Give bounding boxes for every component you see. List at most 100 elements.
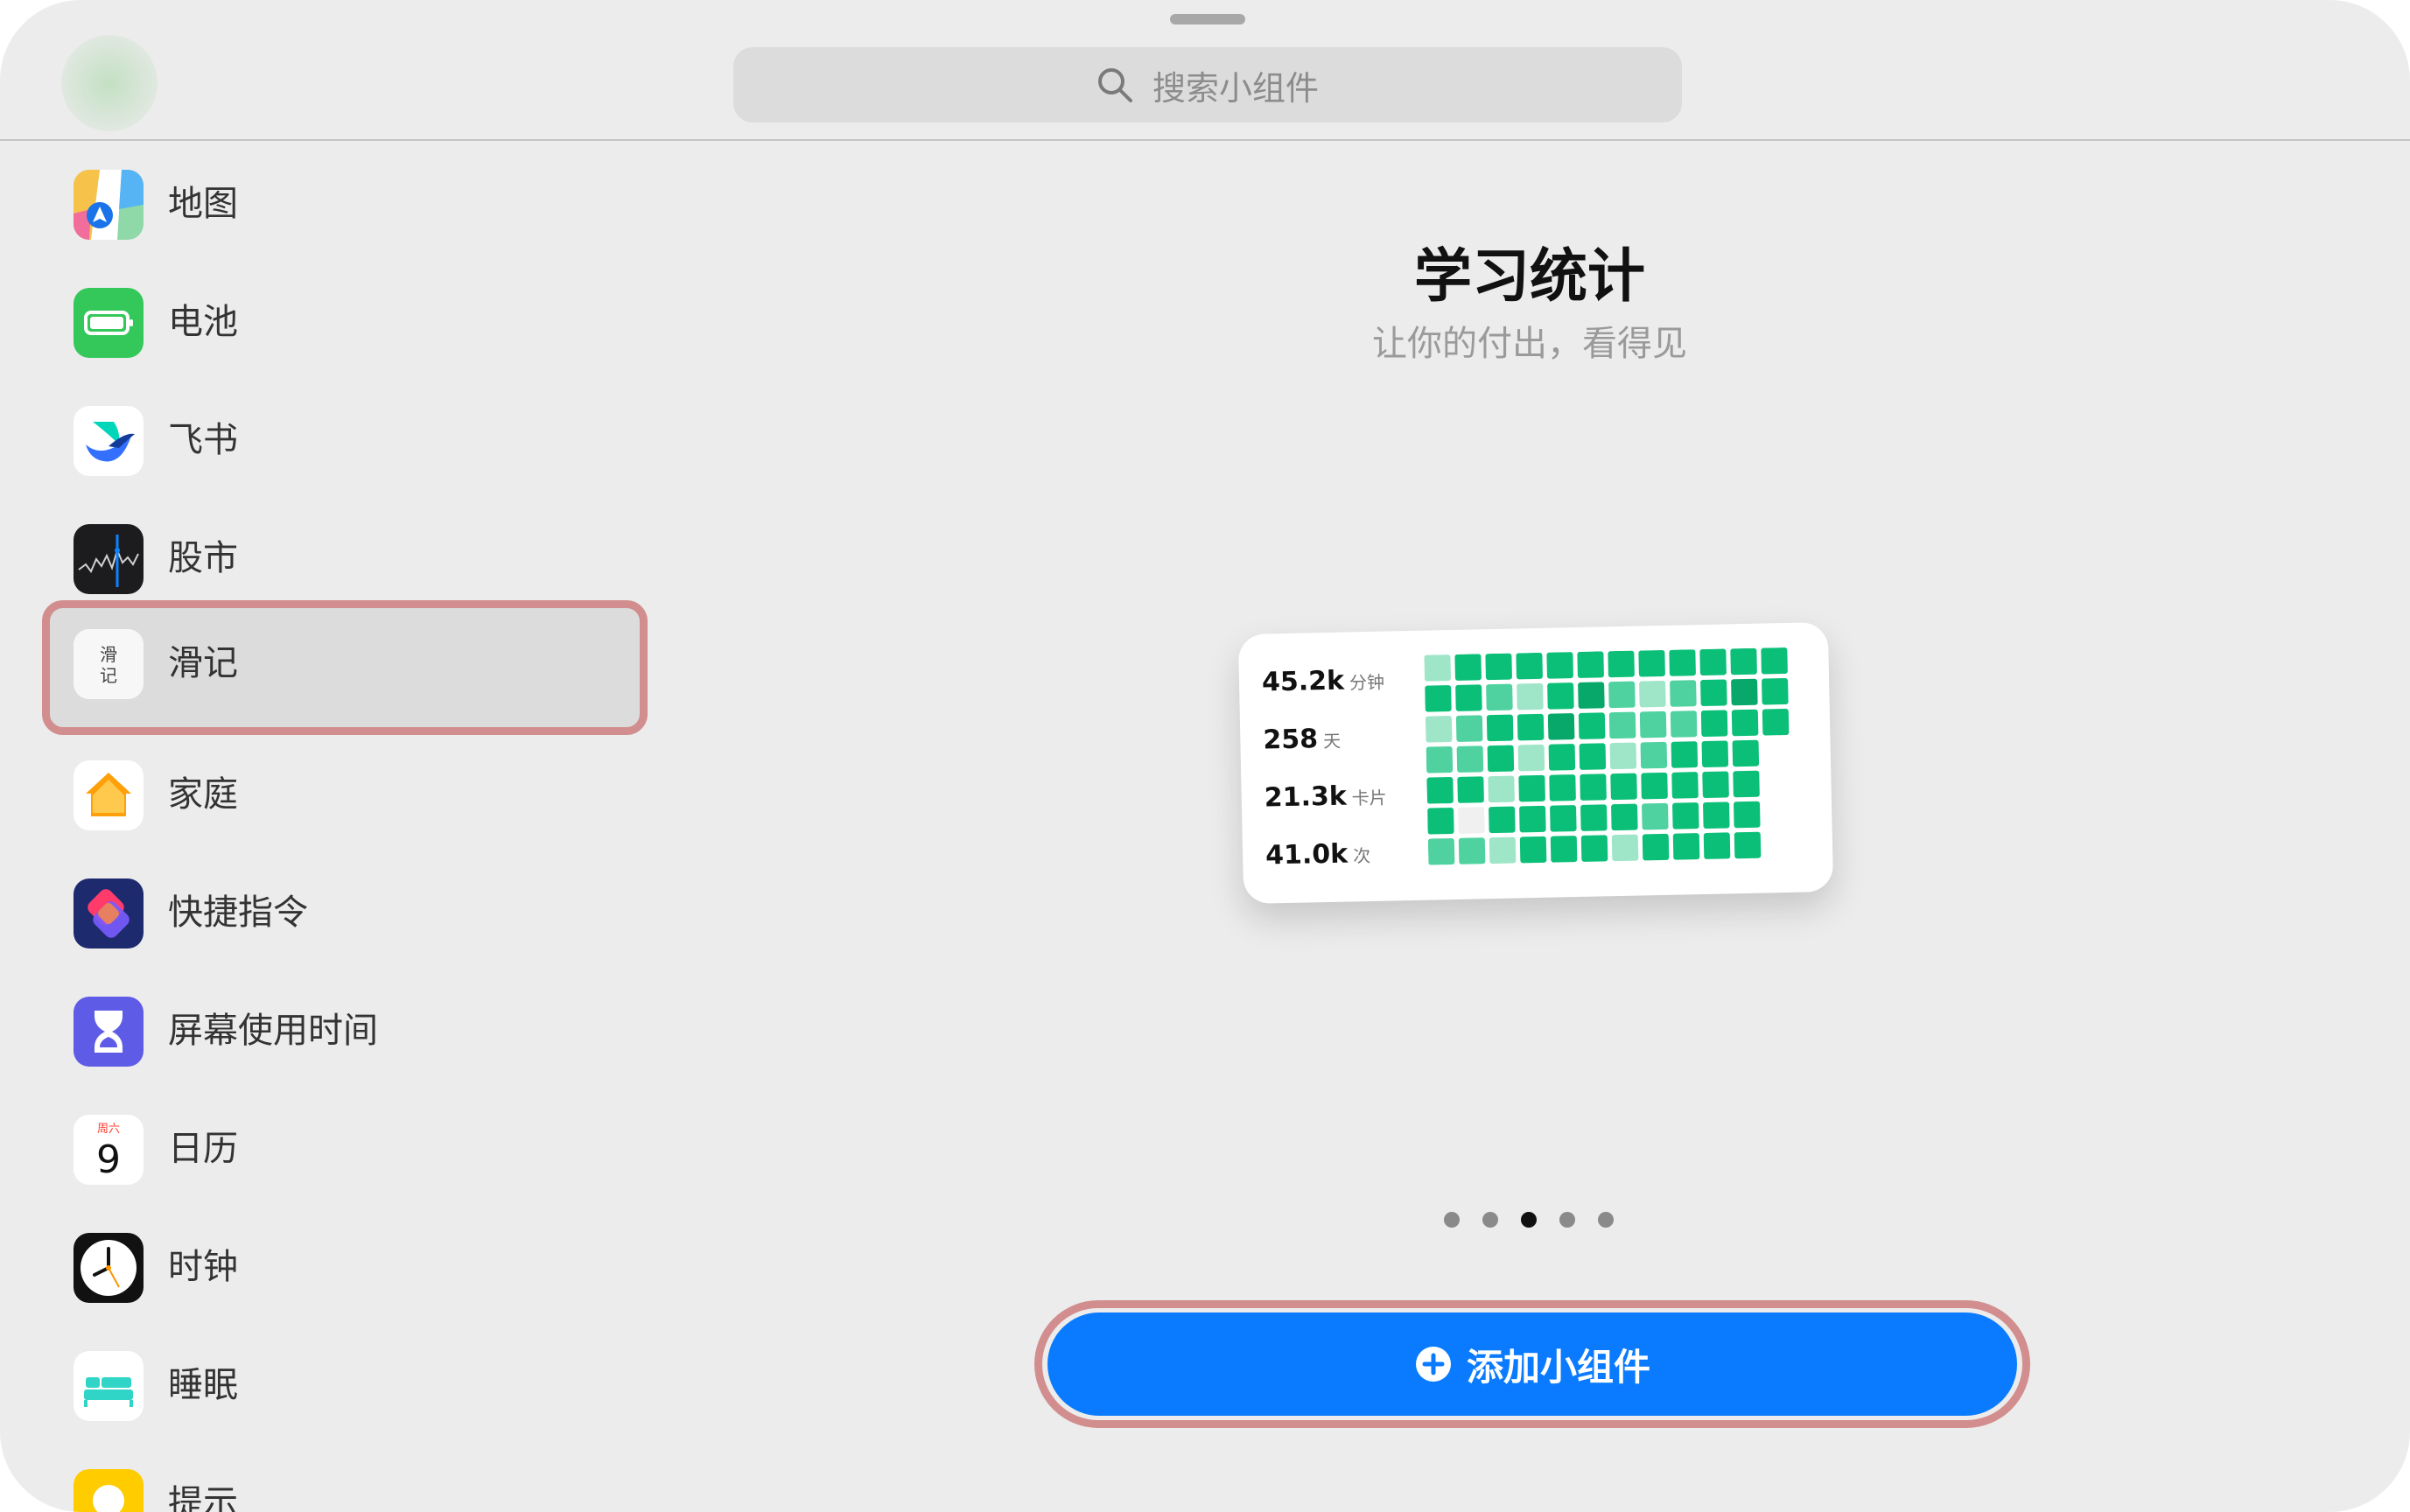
heatmap-cell bbox=[1518, 774, 1545, 802]
heatmap-cell bbox=[1730, 648, 1757, 676]
sidebar-item-sleep[interactable]: 睡眠 bbox=[42, 1322, 648, 1440]
sidebar-item-label: 睡眠 bbox=[168, 1365, 238, 1405]
page-dot[interactable] bbox=[1559, 1212, 1575, 1228]
heatmap-cell bbox=[1672, 833, 1700, 860]
heatmap-cell bbox=[1580, 835, 1608, 862]
add-widget-button[interactable]: 添加小组件 bbox=[1047, 1312, 2017, 1416]
maps-icon bbox=[74, 170, 144, 240]
sidebar-item-battery[interactable]: 电池 bbox=[42, 259, 648, 377]
sidebar-item-clock[interactable]: 时钟 bbox=[42, 1204, 648, 1322]
page-dot[interactable] bbox=[1598, 1212, 1614, 1228]
sidebar-item-label: 家庭 bbox=[168, 774, 238, 815]
stat-minutes: 45.2k 分钟 bbox=[1262, 665, 1385, 703]
heatmap-cell bbox=[1547, 713, 1575, 740]
huaji-icon-text-1: 滑 bbox=[100, 644, 117, 665]
heatmap-cell bbox=[1458, 837, 1486, 864]
stat-value: 41.0k bbox=[1265, 838, 1349, 872]
heatmap-cell bbox=[1485, 653, 1512, 681]
heatmap-cell bbox=[1427, 838, 1455, 865]
stat-cards: 21.3k 卡片 bbox=[1264, 780, 1387, 818]
heatmap-cell bbox=[1733, 770, 1760, 798]
huaji-icon-text-2: 记 bbox=[100, 665, 117, 686]
heatmap-cell bbox=[1455, 715, 1483, 742]
heatmap-cell bbox=[1762, 678, 1789, 705]
sidebar-item-label: 时钟 bbox=[168, 1247, 238, 1287]
heatmap-cell bbox=[1611, 803, 1638, 831]
sidebar-item-label: 电池 bbox=[168, 302, 238, 342]
heatmap-cell bbox=[1642, 833, 1670, 861]
heatmap-cell bbox=[1456, 746, 1484, 773]
stat-value: 45.2k bbox=[1261, 665, 1345, 698]
calendar-weekday: 周六 bbox=[97, 1123, 120, 1136]
heatmap-cell bbox=[1670, 680, 1697, 707]
stat-unit: 卡片 bbox=[1351, 787, 1388, 809]
home-icon bbox=[74, 760, 144, 830]
heatmap-cell bbox=[1640, 741, 1668, 769]
page-dot[interactable] bbox=[1444, 1212, 1460, 1228]
heatmap-cell bbox=[1457, 776, 1484, 803]
heatmap-cell bbox=[1579, 743, 1607, 770]
heatmap-cell bbox=[1489, 836, 1517, 864]
app-list-sidebar[interactable]: 地图 电池 飞书 股市 滑 记 滑记 家庭 快捷指令 屏幕使用时间 周六 9 日… bbox=[0, 141, 665, 1512]
stat-unit: 次 bbox=[1352, 844, 1371, 867]
heatmap-cell bbox=[1702, 771, 1729, 798]
stat-value: 258 bbox=[1263, 724, 1319, 756]
sheet-grabber[interactable] bbox=[1170, 14, 1245, 24]
heatmap-cell bbox=[1703, 802, 1730, 829]
sidebar-item-label: 滑记 bbox=[168, 643, 238, 683]
heatmap-cell bbox=[1761, 648, 1788, 675]
heatmap-cell bbox=[1608, 650, 1635, 678]
sidebar-item-label: 快捷指令 bbox=[168, 892, 308, 933]
sidebar-item-stocks[interactable]: 股市 bbox=[42, 495, 648, 613]
heatmap-cell bbox=[1611, 834, 1639, 862]
heatmap-cell bbox=[1426, 746, 1454, 774]
widget-gallery-sheet: 搜索小组件 地图 电池 飞书 股市 滑 记 滑记 家庭 快捷指令 屏幕使用时间 … bbox=[0, 0, 2410, 1512]
widget-preview-card[interactable]: 45.2k 分钟 258 天 21.3k 卡片 41.0k 次 bbox=[1237, 621, 1834, 905]
heatmap-cell bbox=[1608, 711, 1636, 739]
heatmap-cell bbox=[1548, 744, 1576, 771]
heatmap-cell bbox=[1638, 649, 1665, 677]
heatmap-cell bbox=[1642, 802, 1669, 830]
heatmap-cell bbox=[1700, 679, 1727, 706]
sidebar-item-feishu[interactable]: 飞书 bbox=[42, 377, 648, 495]
heatmap-cell bbox=[1578, 682, 1605, 709]
calendar-day: 9 bbox=[96, 1138, 121, 1182]
heatmap-cell bbox=[1578, 712, 1606, 739]
sidebar-item-screen-time[interactable]: 屏幕使用时间 bbox=[42, 968, 648, 1086]
heatmap-cell bbox=[1701, 740, 1729, 767]
heatmap-cell bbox=[1610, 773, 1637, 801]
heatmap-cell bbox=[1546, 652, 1573, 679]
heatmap-cell bbox=[1699, 648, 1727, 676]
sleep-icon bbox=[74, 1351, 144, 1421]
heatmap-cell bbox=[1455, 684, 1482, 711]
sidebar-item-huaji[interactable]: 滑 记 滑记 bbox=[42, 600, 648, 735]
huaji-icon: 滑 记 bbox=[74, 629, 144, 699]
search-icon bbox=[1097, 68, 1132, 102]
sidebar-item-tips[interactable]: 提示 bbox=[42, 1440, 648, 1512]
search-field[interactable]: 搜索小组件 bbox=[733, 47, 1682, 122]
heatmap-cell bbox=[1516, 652, 1543, 680]
page-indicator[interactable] bbox=[1444, 1212, 1614, 1229]
heatmap-cell bbox=[1703, 832, 1731, 859]
sidebar-item-home[interactable]: 家庭 bbox=[42, 732, 648, 850]
heatmap-cell bbox=[1609, 742, 1637, 770]
sidebar-item-maps[interactable]: 地图 bbox=[42, 141, 648, 259]
heatmap-cell bbox=[1669, 649, 1696, 676]
battery-icon bbox=[74, 288, 144, 358]
heatmap-cell bbox=[1672, 802, 1699, 830]
heatmap-cell bbox=[1549, 774, 1576, 802]
heatmap-cell bbox=[1517, 713, 1545, 741]
shortcuts-icon bbox=[74, 878, 144, 948]
page-dot[interactable] bbox=[1482, 1212, 1498, 1228]
heatmap-cell bbox=[1580, 774, 1607, 801]
sidebar-item-shortcuts[interactable]: 快捷指令 bbox=[42, 850, 648, 968]
widget-title: 学习统计 bbox=[1414, 242, 1645, 310]
heatmap-cell bbox=[1731, 709, 1759, 737]
heatmap-cell bbox=[1519, 805, 1546, 833]
sidebar-item-calendar[interactable]: 周六 9 日历 bbox=[42, 1086, 648, 1204]
stat-unit: 天 bbox=[1322, 730, 1342, 752]
heatmap-cell bbox=[1639, 680, 1666, 708]
heatmap-cell bbox=[1731, 678, 1758, 706]
heatmap-cell bbox=[1488, 775, 1515, 803]
page-dot[interactable] bbox=[1521, 1212, 1537, 1228]
